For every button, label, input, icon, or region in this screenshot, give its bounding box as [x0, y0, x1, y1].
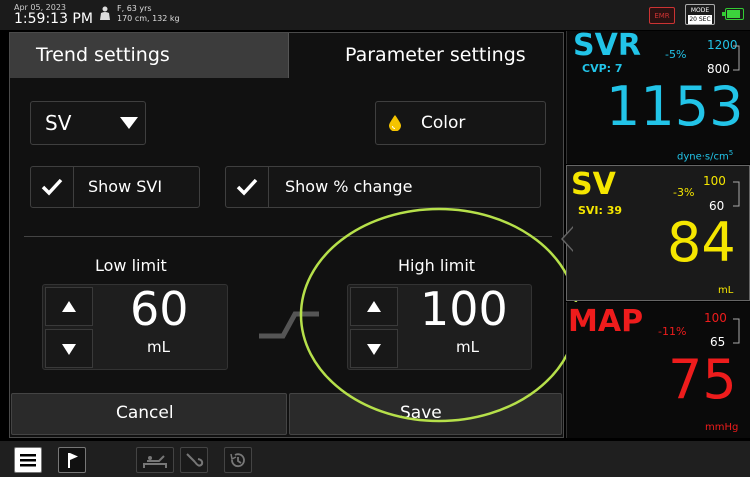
status-bar	[0, 0, 750, 30]
menu-icon	[20, 454, 36, 467]
low-limit-unit: mL	[147, 338, 170, 356]
patient-body-metrics: 170 cm, 132 kg	[117, 14, 180, 23]
map-tile-value: 75	[668, 348, 737, 411]
sv-tile-value: 84	[667, 211, 736, 274]
probe-icon	[186, 453, 204, 467]
history-button[interactable]	[224, 447, 252, 473]
drop-icon	[389, 115, 401, 131]
map-tile-name: MAP	[568, 304, 644, 339]
bed-icon	[143, 455, 167, 468]
checkmark-icon	[41, 178, 63, 196]
sv-tile-unit: mL	[718, 285, 734, 296]
triangle-up-icon	[62, 301, 76, 312]
show-pct-change-label: Show % change	[285, 177, 413, 196]
patient-demographics: F, 63 yrs	[117, 4, 152, 13]
show-pct-change-checkbox[interactable]	[225, 166, 269, 208]
map-tile-unit: mmHg	[705, 422, 739, 433]
sv-tile-upper-limit: 100	[703, 174, 726, 188]
svr-tile-name: SVR	[573, 28, 641, 63]
low-limit-decrease-button[interactable]	[45, 329, 93, 368]
limit-bracket-icon	[733, 45, 740, 71]
flag-button[interactable]	[58, 447, 86, 473]
svr-tile-lower-limit: 800	[707, 62, 730, 76]
mode-label: MODE	[690, 7, 710, 14]
mode-button[interactable]: MODE 20 SEC	[685, 4, 715, 25]
parameter-dropdown-value: SV	[45, 111, 72, 135]
tab-parameter-settings-label: Parameter settings	[345, 44, 526, 66]
svr-tile-value: 1153	[606, 75, 744, 138]
limit-bracket-icon	[733, 318, 740, 344]
limit-bracket-icon	[733, 181, 740, 207]
map-tile-pct-change: -11%	[658, 325, 687, 338]
mode-value: 20 SEC	[688, 15, 712, 24]
low-limit-label: Low limit	[95, 256, 167, 275]
low-limit-value: 60	[130, 282, 189, 336]
tab-trend-settings-label: Trend settings	[36, 44, 170, 66]
chevron-down-icon	[120, 117, 138, 129]
map-tile-lower-limit: 65	[710, 335, 726, 349]
bottom-toolbar	[0, 441, 750, 477]
highlight-circle	[299, 207, 579, 423]
bed-button[interactable]	[136, 447, 174, 473]
triangle-down-icon	[62, 344, 76, 355]
low-limit-increase-button[interactable]	[45, 287, 93, 326]
color-button-label: Color	[421, 113, 466, 133]
checkmark-icon	[236, 178, 258, 196]
battery-icon	[722, 8, 744, 20]
emr-button[interactable]: EMR	[649, 7, 675, 24]
patient-icon	[100, 6, 110, 20]
sv-tile-name: SV	[571, 167, 616, 202]
svr-tile-cvp: CVP: 7	[582, 62, 623, 75]
sv-tile-pct-change: -3%	[673, 186, 695, 199]
svr-tile-pct-change: -5%	[665, 48, 687, 61]
svr-tile-unit: dyne·s/cm5	[677, 149, 734, 163]
time-label: 1:59:13 PM	[14, 11, 93, 27]
show-svi-label: Show SVI	[88, 177, 163, 196]
menu-button[interactable]	[14, 447, 42, 473]
show-svi-checkbox[interactable]	[30, 166, 74, 208]
tile-pointer-inner	[563, 228, 573, 250]
map-tile-upper-limit: 100	[704, 311, 727, 325]
sv-tile-svi: SVI: 39	[578, 204, 623, 217]
history-icon	[230, 453, 245, 468]
flag-icon	[68, 453, 78, 468]
probe-button[interactable]	[180, 447, 208, 473]
cancel-button-label: Cancel	[116, 403, 174, 423]
